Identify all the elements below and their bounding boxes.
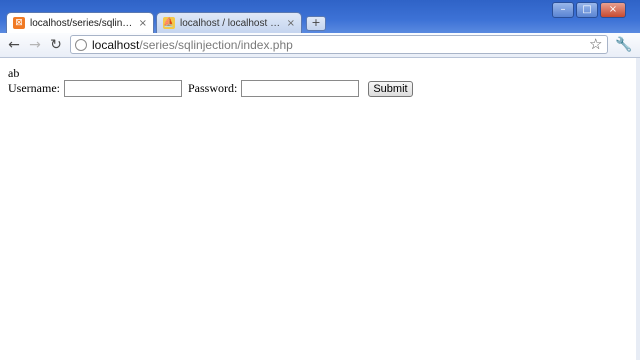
address-bar[interactable]: localhost/series/sqlinjection/index.php [70,35,608,54]
minimize-button[interactable]: – [552,2,574,18]
page-content: ab Username: Password: Submit [0,58,640,360]
phpmyadmin-icon: ⛵ [163,17,175,29]
xampp-icon: ⊠ [13,17,25,29]
url-path: /series/sqlinjection/index.php [139,37,293,52]
submit-button[interactable]: Submit [368,80,413,97]
login-form: Username: Password: Submit [8,80,413,97]
window-controls: – □ × [552,2,626,18]
back-icon[interactable]: ← [5,36,23,54]
tab-label: localhost / localhost / a_... [180,17,282,29]
window-edge [636,58,640,360]
tab-sqlinjection[interactable]: ⊠ localhost/series/sqlinjecti... × [6,12,154,33]
new-tab-button[interactable]: + [306,16,326,31]
wrench-menu-icon[interactable]: 🔧 [615,36,632,54]
tab-label: localhost/series/sqlinjecti... [30,17,134,29]
window-titlebar: ⊠ localhost/series/sqlinjecti... × ⛵ loc… [0,0,640,33]
reload-icon[interactable]: ↻ [47,36,65,54]
tab-strip: ⊠ localhost/series/sqlinjecti... × ⛵ loc… [6,12,526,33]
page-info-icon [75,38,87,51]
tab-close-icon[interactable]: × [287,18,295,29]
tab-phpmyadmin[interactable]: ⛵ localhost / localhost / a_... × [156,12,302,33]
browser-toolbar: ← → ↻ localhost/series/sqlinjection/inde… [0,33,640,58]
password-input[interactable] [241,80,360,97]
output-text: ab [8,66,20,80]
password-label: Password: [187,81,238,95]
bookmark-star-icon[interactable]: ☆ [589,33,602,55]
username-label: Username: [8,81,60,95]
url-host: localhost [92,37,140,52]
tab-close-icon[interactable]: × [139,18,147,29]
forward-icon[interactable]: → [26,36,44,54]
maximize-button[interactable]: □ [576,2,598,18]
username-input[interactable] [63,80,182,97]
close-window-button[interactable]: × [600,2,626,18]
